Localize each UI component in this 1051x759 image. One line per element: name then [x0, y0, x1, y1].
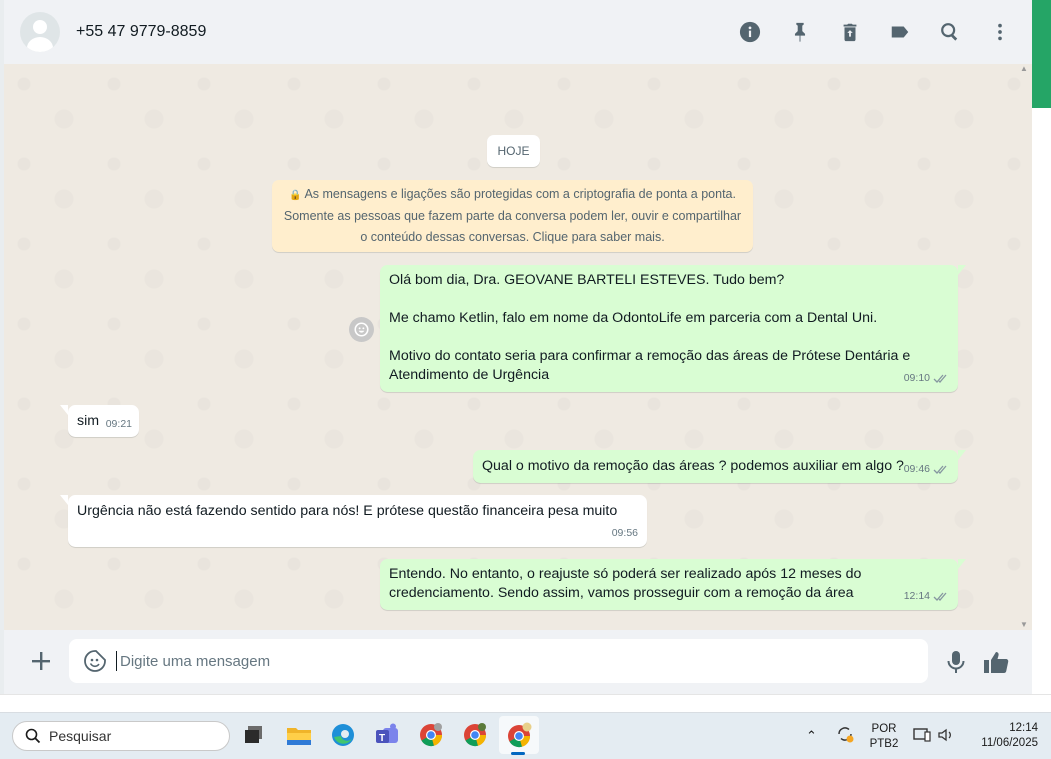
window-bottom-edge	[0, 694, 1051, 712]
message-time: 09:10	[903, 372, 930, 384]
message-bubble-outgoing[interactable]: Olá bom dia, Dra. GEOVANE BARTELI ESTEVE…	[380, 265, 966, 392]
message-meta: 09:10	[904, 369, 949, 388]
task-view-icon[interactable]	[240, 721, 268, 749]
contact-avatar[interactable]	[20, 12, 60, 52]
search-icon[interactable]	[938, 20, 962, 44]
message-bubble-incoming[interactable]: sim 09:21	[60, 405, 139, 437]
header-actions	[712, 20, 1012, 44]
message-meta: 09:21	[106, 415, 132, 434]
chat-scroll-down-arrow[interactable]: ▼	[1020, 620, 1028, 629]
attach-plus-icon[interactable]	[28, 648, 54, 674]
chat-header: +55 47 9779-8859	[0, 0, 1032, 64]
date-chip: HOJE	[487, 135, 540, 167]
message-meta: 09:46	[904, 460, 949, 479]
message-time: 09:21	[105, 418, 132, 430]
message-text: Olá bom dia, Dra. GEOVANE BARTELI ESTEVE…	[389, 272, 785, 288]
info-icon[interactable]	[738, 20, 762, 44]
message-bubble-incoming[interactable]: Urgência não está fazendo sentido para n…	[60, 495, 647, 547]
message-meta: 09:56	[612, 524, 638, 543]
sticker-emoji-icon[interactable]	[83, 649, 107, 673]
encryption-notice[interactable]: 🔒 As mensagens e ligações são protegidas …	[272, 180, 753, 252]
label-icon[interactable]	[888, 20, 912, 44]
network-icon[interactable]	[911, 725, 933, 745]
message-text: Entendo. No entanto, o reajuste só poder…	[389, 566, 862, 582]
message-text: Me chamo Ketlin, falo em nome da OdontoL…	[389, 310, 878, 326]
language-code: POR	[871, 723, 897, 735]
file-explorer-icon[interactable]	[285, 721, 313, 749]
keyboard-layout: PTB2	[869, 738, 899, 750]
taskbar-search[interactable]: Pesquisar	[12, 721, 230, 751]
microphone-icon[interactable]	[944, 649, 968, 675]
message-meta: 12:14	[904, 587, 949, 606]
message-text: Qual o motivo da remoção das áreas ? pod…	[482, 458, 904, 474]
window-scroll-accent	[1032, 0, 1051, 108]
chrome-profile-icon[interactable]	[461, 721, 489, 749]
sync-icon[interactable]	[834, 723, 856, 745]
menu-icon[interactable]	[988, 20, 1012, 44]
language-indicator[interactable]: POR PTB2	[867, 722, 901, 752]
chrome-icon[interactable]	[417, 721, 445, 749]
teams-icon[interactable]: T	[373, 721, 401, 749]
message-text: Atendimento de Urgência	[389, 367, 550, 383]
encryption-line-3: o conteúdo dessas conversas. Clique para…	[360, 230, 665, 244]
taskbar-search-label: Pesquisar	[49, 728, 112, 744]
search-icon	[25, 728, 41, 744]
chat-scroll-up-arrow[interactable]: ▲	[1020, 64, 1028, 73]
emoji-reaction-icon[interactable]	[349, 317, 374, 342]
message-input-placeholder: Digite uma mensagem	[120, 652, 271, 670]
double-check-icon	[933, 465, 947, 474]
message-text: Motivo do contato seria para confirmar a…	[389, 348, 911, 364]
message-text: Urgência não está fazendo sentido para n…	[77, 503, 618, 519]
message-input[interactable]: Digite uma mensagem	[69, 639, 928, 683]
active-app-indicator	[511, 752, 525, 755]
encryption-line-1: 🔒 As mensagens e ligações são protegidas …	[289, 187, 736, 201]
clock-date: 11/06/2025	[981, 737, 1038, 749]
thumbs-up-icon[interactable]	[982, 649, 1010, 675]
contact-name[interactable]: +55 47 9779-8859	[76, 23, 206, 41]
lock-icon: 🔒	[289, 190, 302, 201]
svg-text:T: T	[379, 733, 385, 744]
clock-time: 12:14	[1009, 722, 1038, 734]
delete-icon[interactable]	[838, 20, 862, 44]
double-check-icon	[933, 374, 947, 383]
message-text: sim	[77, 413, 100, 429]
taskbar-clock[interactable]: 12:14 11/06/2025	[966, 721, 1038, 751]
chrome-active-icon[interactable]	[505, 721, 533, 749]
pin-icon[interactable]	[788, 20, 812, 44]
message-time: 12:14	[903, 590, 930, 602]
text-caret	[116, 651, 117, 671]
window-scrollbar[interactable]	[1032, 108, 1051, 712]
message-text: credenciamento. Sendo assim, vamos pross…	[389, 585, 854, 601]
message-time: 09:56	[611, 527, 638, 539]
encryption-line-2: Somente as pessoas que fazem parte da co…	[283, 209, 742, 223]
double-check-icon	[933, 592, 947, 601]
volume-icon[interactable]	[935, 725, 957, 745]
message-time: 09:46	[903, 463, 930, 475]
tray-chevron-up-icon[interactable]: ⌃	[806, 728, 817, 743]
message-bubble-outgoing[interactable]: Qual o motivo da remoção das áreas ? pod…	[473, 450, 966, 483]
edge-browser-icon[interactable]	[329, 721, 357, 749]
message-bubble-outgoing[interactable]: Entendo. No entanto, o reajuste só poder…	[380, 559, 966, 610]
